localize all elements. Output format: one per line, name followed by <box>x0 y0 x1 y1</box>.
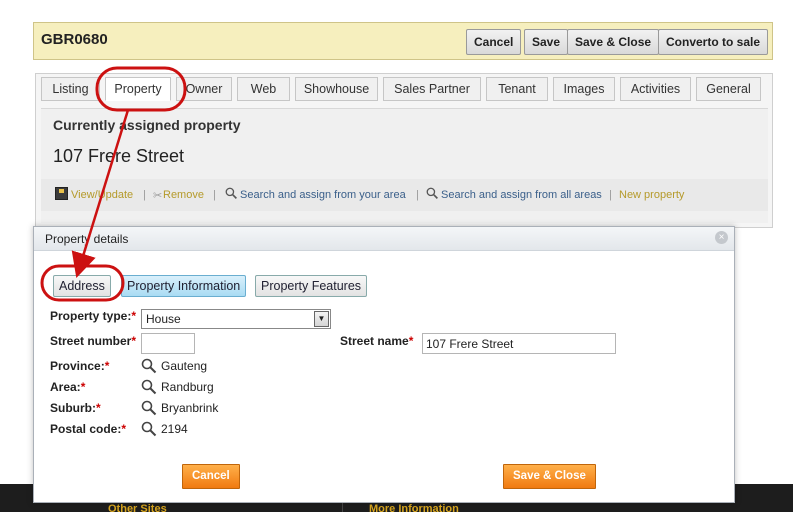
search-icon[interactable] <box>141 421 157 437</box>
tab-showhouse[interactable]: Showhouse <box>295 77 378 101</box>
area-label: Area:* <box>50 380 86 394</box>
search-icon <box>225 187 237 199</box>
record-header: GBR0680 Cancel Save Save & Close Convert… <box>33 22 773 60</box>
record-code: GBR0680 <box>41 31 108 48</box>
street-name-input[interactable] <box>422 333 616 354</box>
search-icon <box>426 187 438 199</box>
assigned-property-section: Currently assigned property 107 Frere St… <box>41 108 768 223</box>
floppy-icon <box>55 187 68 200</box>
tab-activities[interactable]: Activities <box>620 77 691 101</box>
footer-other-sites[interactable]: Other Sites <box>108 503 167 515</box>
tab-listing[interactable]: Listing <box>41 77 100 101</box>
save-close-button[interactable]: Save & Close <box>567 29 660 55</box>
footer-more-info[interactable]: More Information <box>369 503 459 515</box>
dialog-cancel-button[interactable]: Cancel <box>182 464 240 489</box>
province-label: Province:* <box>50 359 110 373</box>
postal-code-label: Postal code:* <box>50 422 127 436</box>
tab-property[interactable]: Property <box>105 77 171 101</box>
search-icon[interactable] <box>141 379 157 395</box>
province-value: Gauteng <box>161 359 208 373</box>
remove-link[interactable]: Remove <box>163 189 204 201</box>
tab-images[interactable]: Images <box>553 77 615 101</box>
search-icon[interactable] <box>141 358 157 374</box>
street-number-label: Street number* <box>50 334 137 348</box>
dialog-save-close-button[interactable]: Save & Close <box>503 464 596 489</box>
tab-panel: Listing Property Owner Web Showhouse Sal… <box>35 73 773 228</box>
search-all-link[interactable]: Search and assign from all areas <box>441 189 602 201</box>
property-actions: View/Update | ✂ Remove | Search and assi… <box>41 179 768 211</box>
street-name-label: Street name* <box>340 334 414 348</box>
new-property-link[interactable]: New property <box>619 189 684 201</box>
subtab-address[interactable]: Address <box>53 275 111 297</box>
dialog-titlebar: Property details × <box>34 227 734 251</box>
remove-icon: ✂ <box>153 190 163 202</box>
subtab-property-information[interactable]: Property Information <box>121 275 247 297</box>
suburb-value: Bryanbrink <box>161 401 219 415</box>
tab-sales-partner[interactable]: Sales Partner <box>383 77 481 101</box>
property-details-dialog: Property details × Address Property Info… <box>33 226 735 503</box>
section-title: Currently assigned property <box>53 117 241 133</box>
search-icon[interactable] <box>141 400 157 416</box>
property-type-select[interactable]: House ▼ <box>141 309 331 329</box>
cancel-button[interactable]: Cancel <box>466 29 522 55</box>
save-button[interactable]: Save <box>524 29 569 55</box>
close-icon[interactable]: × <box>715 231 728 244</box>
street-number-input[interactable] <box>141 333 195 354</box>
convert-to-sale-button[interactable]: Converto to sale <box>658 29 769 55</box>
tab-web[interactable]: Web <box>237 77 290 101</box>
dialog-title: Property details <box>45 232 129 246</box>
view-update-link[interactable]: View/Update <box>71 189 133 201</box>
subtab-property-features[interactable]: Property Features <box>255 275 368 297</box>
search-area-link[interactable]: Search and assign from your area <box>240 189 406 201</box>
assigned-street: 107 Frere Street <box>53 146 185 166</box>
postal-code-value: 2194 <box>161 422 188 436</box>
tab-tenant[interactable]: Tenant <box>486 77 548 101</box>
suburb-label: Suburb:* <box>50 401 101 415</box>
area-value: Randburg <box>161 380 214 394</box>
tab-owner[interactable]: Owner <box>176 77 232 101</box>
tab-general[interactable]: General <box>696 77 761 101</box>
chevron-down-icon: ▼ <box>314 311 329 327</box>
property-type-label: Property type:* <box>50 309 137 323</box>
